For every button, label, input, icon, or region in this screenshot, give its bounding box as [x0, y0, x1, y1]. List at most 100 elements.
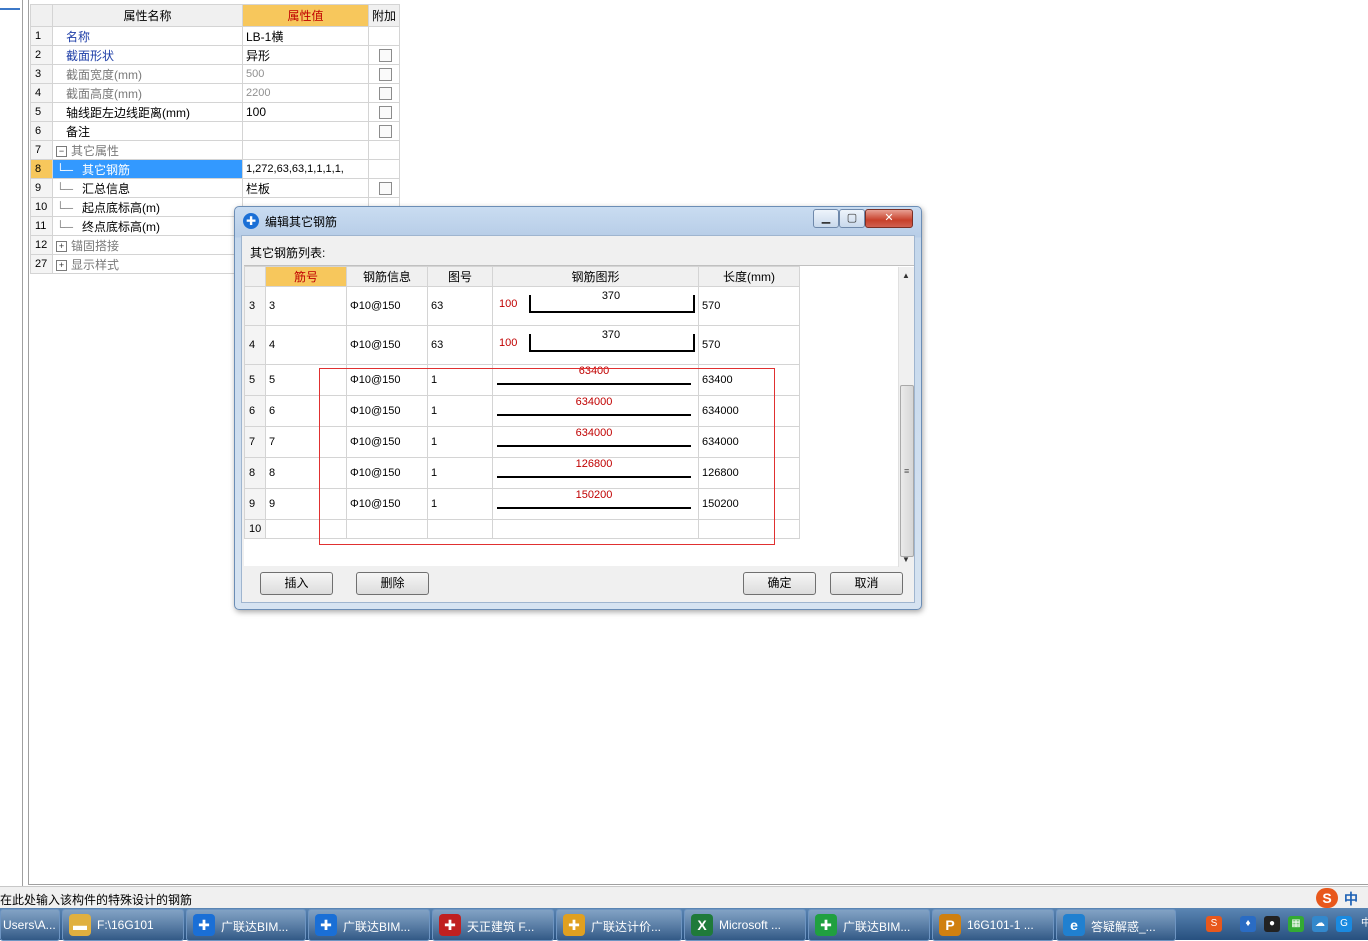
property-name[interactable]: + 显示样式: [52, 254, 243, 274]
close-button[interactable]: ✕: [865, 209, 913, 228]
property-value[interactable]: 异形: [242, 45, 369, 65]
property-row[interactable]: 4 截面高度(mm) 2200: [30, 83, 401, 103]
property-row[interactable]: 9 └─ 汇总信息 栏板: [30, 178, 401, 198]
property-value[interactable]: 2200: [242, 83, 369, 103]
checkbox[interactable]: [379, 106, 392, 120]
property-value[interactable]: 1,272,63,63,1,1,1,1,: [242, 159, 369, 179]
taskbar-item[interactable]: X Microsoft ...: [684, 909, 806, 941]
scroll-up-arrow-icon[interactable]: ▲: [902, 271, 910, 280]
rebar-shape-cell[interactable]: 100 370: [492, 325, 699, 365]
header-property-name[interactable]: 属性名称: [52, 4, 243, 27]
network-icon[interactable]: ☁: [1312, 916, 1328, 932]
taskbar-item[interactable]: ✚ 天正建筑 F...: [432, 909, 554, 941]
vertical-scrollbar[interactable]: ▲ ≡ ▼: [898, 267, 914, 567]
property-value[interactable]: LB-1横: [242, 26, 369, 46]
row-number: 6: [30, 121, 53, 141]
header-rebar-info[interactable]: 钢筋信息: [346, 266, 428, 287]
row-number: 10: [244, 519, 266, 539]
checkbox[interactable]: [379, 182, 392, 196]
dialog-titlebar[interactable]: ✚ 编辑其它钢筋 ▁ ▢ ✕: [235, 207, 921, 235]
property-name-label: 备注: [66, 124, 91, 139]
delete-button[interactable]: 删除: [356, 572, 429, 595]
rebar-shape-cell[interactable]: 100 370: [492, 286, 699, 326]
property-name[interactable]: 截面高度(mm): [52, 83, 243, 103]
property-name[interactable]: 名称: [52, 26, 243, 46]
property-row[interactable]: 8 └─ 其它钢筋 1,272,63,63,1,1,1,1,: [30, 159, 401, 179]
row-number: 5: [244, 364, 266, 396]
property-name[interactable]: − 其它属性: [52, 140, 243, 160]
taskbar-item[interactable]: ✚ 广联达BIM...: [308, 909, 430, 941]
scroll-down-arrow-icon[interactable]: ▼: [902, 555, 910, 564]
property-name[interactable]: 轴线距左边线距离(mm): [52, 102, 243, 122]
maximize-button[interactable]: ▢: [839, 209, 865, 228]
property-name[interactable]: └─ 汇总信息: [52, 178, 243, 198]
sogou-ime-icon[interactable]: S: [1316, 888, 1338, 908]
property-row[interactable]: 2 截面形状 异形: [30, 45, 401, 65]
property-grid-header: 属性名称 属性值 附加: [30, 4, 401, 27]
scrollbar-thumb[interactable]: ≡: [900, 385, 914, 557]
bar-number-cell[interactable]: 3: [265, 286, 347, 326]
length-cell[interactable]: 570: [698, 286, 800, 326]
property-name[interactable]: └─ 终点底标高(m): [52, 216, 243, 236]
ime-mode-indicator[interactable]: 中: [1344, 889, 1358, 909]
property-name[interactable]: 截面宽度(mm): [52, 64, 243, 84]
property-name[interactable]: + 锚固搭接: [52, 235, 243, 255]
checkbox[interactable]: [379, 68, 392, 82]
g-app-icon[interactable]: G: [1336, 916, 1352, 932]
rebar-info-cell[interactable]: Φ10@150: [346, 325, 428, 365]
property-value[interactable]: [242, 140, 369, 160]
property-value[interactable]: [242, 121, 369, 141]
taskbar-item[interactable]: e 答疑解惑_...: [1056, 909, 1176, 941]
length-cell[interactable]: 570: [698, 325, 800, 365]
header-extra[interactable]: 附加: [367, 4, 401, 27]
extra-cell: [367, 178, 401, 198]
property-value[interactable]: 100: [242, 102, 369, 122]
header-bar-number[interactable]: 筋号: [265, 266, 347, 287]
checkbox[interactable]: [379, 49, 392, 63]
minimize-button[interactable]: ▁: [813, 209, 839, 228]
bar-number-cell[interactable]: 4: [265, 325, 347, 365]
qq-icon[interactable]: ●: [1264, 916, 1280, 932]
property-value[interactable]: 500: [242, 64, 369, 84]
extra-cell: [367, 121, 401, 141]
taskbar-item[interactable]: ✚ 广联达计价...: [556, 909, 682, 941]
property-row[interactable]: 3 截面宽度(mm) 500: [30, 64, 401, 84]
property-name[interactable]: 截面形状: [52, 45, 243, 65]
checkbox[interactable]: [379, 125, 392, 139]
rebar-row[interactable]: 4 4 Φ10@150 63 100 370 570: [244, 325, 800, 365]
property-name[interactable]: └─ 起点底标高(m): [52, 197, 243, 217]
property-row[interactable]: 1 名称 LB-1横: [30, 26, 401, 46]
header-length[interactable]: 长度(mm): [698, 266, 800, 287]
taskbar-item[interactable]: P 16G101-1 ...: [932, 909, 1054, 941]
tray-overflow-icon[interactable]: 中: [1358, 916, 1368, 932]
rebar-row[interactable]: 3 3 Φ10@150 63 100 370 570: [244, 286, 800, 326]
apps-icon[interactable]: ▦: [1288, 916, 1304, 932]
shield-icon[interactable]: ♦: [1240, 916, 1256, 932]
taskbar-item[interactable]: ✚ 广联达BIM...: [186, 909, 306, 941]
taskbar-item[interactable]: ✚ 广联达BIM...: [808, 909, 930, 941]
property-row[interactable]: 6 备注: [30, 121, 401, 141]
expand-icon[interactable]: +: [56, 259, 67, 271]
taskbar-item-label: 广联达BIM...: [843, 920, 911, 934]
cancel-button[interactable]: 取消: [830, 572, 903, 595]
sogou-tray-icon[interactable]: S: [1206, 916, 1222, 932]
collapse-icon[interactable]: −: [56, 145, 67, 157]
property-value[interactable]: 栏板: [242, 178, 369, 198]
figure-number-cell[interactable]: 63: [427, 325, 493, 365]
header-figure-number[interactable]: 图号: [427, 266, 493, 287]
property-name[interactable]: 备注: [52, 121, 243, 141]
insert-button[interactable]: 插入: [260, 572, 333, 595]
header-property-value[interactable]: 属性值: [242, 4, 369, 27]
header-rebar-shape[interactable]: 钢筋图形: [492, 266, 699, 287]
ok-button[interactable]: 确定: [743, 572, 816, 595]
taskbar-item[interactable]: ▬ F:\16G101: [62, 909, 184, 941]
figure-number-cell[interactable]: 63: [427, 286, 493, 326]
row-number: 11: [30, 216, 53, 236]
property-row[interactable]: 5 轴线距左边线距离(mm) 100: [30, 102, 401, 122]
property-row[interactable]: 7− 其它属性: [30, 140, 401, 160]
taskbar-item[interactable]: Users\A...: [0, 909, 60, 941]
expand-icon[interactable]: +: [56, 240, 67, 252]
checkbox[interactable]: [379, 87, 392, 101]
property-name[interactable]: └─ 其它钢筋: [52, 159, 243, 179]
rebar-info-cell[interactable]: Φ10@150: [346, 286, 428, 326]
